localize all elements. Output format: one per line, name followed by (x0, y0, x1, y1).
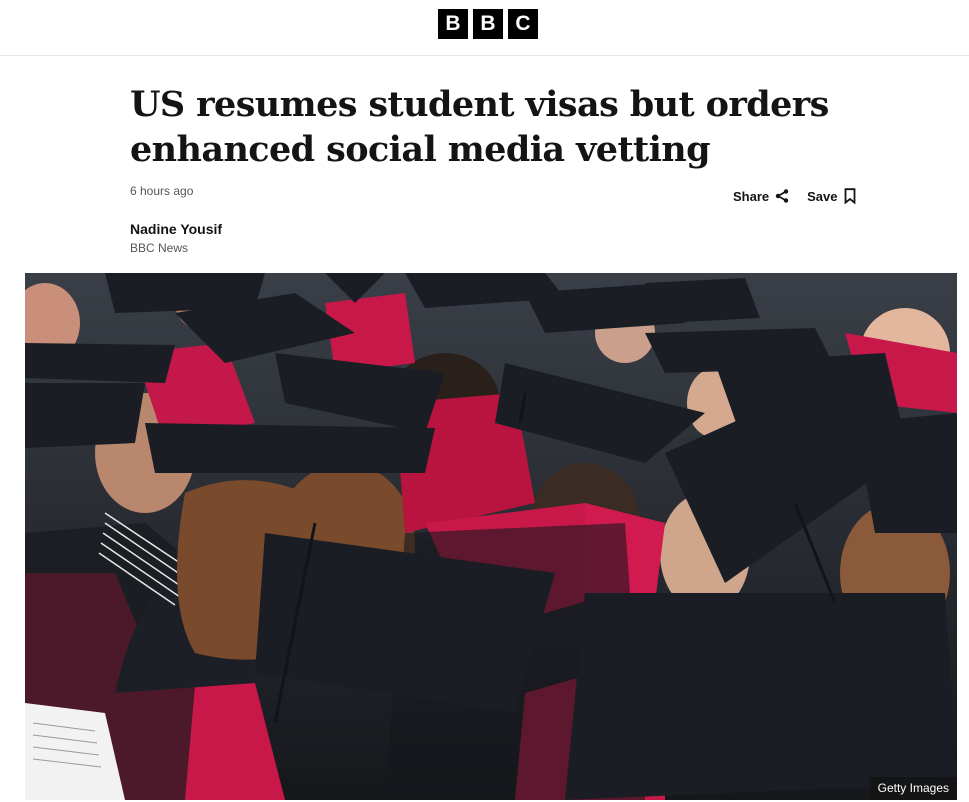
share-button[interactable]: Share (733, 188, 789, 204)
logo-letter: C (508, 9, 538, 39)
logo-letter: B (473, 9, 503, 39)
save-button[interactable]: Save (807, 188, 855, 204)
logo-letter: B (438, 9, 468, 39)
site-header: B B C (0, 0, 969, 56)
author-name[interactable]: Nadine Yousif (130, 221, 222, 237)
share-label: Share (733, 188, 770, 204)
graduates-photo (25, 273, 957, 800)
bookmark-icon (844, 188, 855, 204)
author-organisation: BBC News (130, 241, 189, 255)
save-label: Save (807, 188, 838, 204)
article-headline: US resumes student visas but orders enha… (130, 84, 829, 170)
bbc-logo[interactable]: B B C (438, 9, 538, 39)
hero-image: Getty Images (25, 273, 957, 800)
article-timestamp: 6 hours ago (130, 184, 194, 198)
share-icon (775, 189, 789, 203)
article-actions: Share Save (733, 188, 856, 204)
image-credit: Getty Images (869, 777, 957, 800)
